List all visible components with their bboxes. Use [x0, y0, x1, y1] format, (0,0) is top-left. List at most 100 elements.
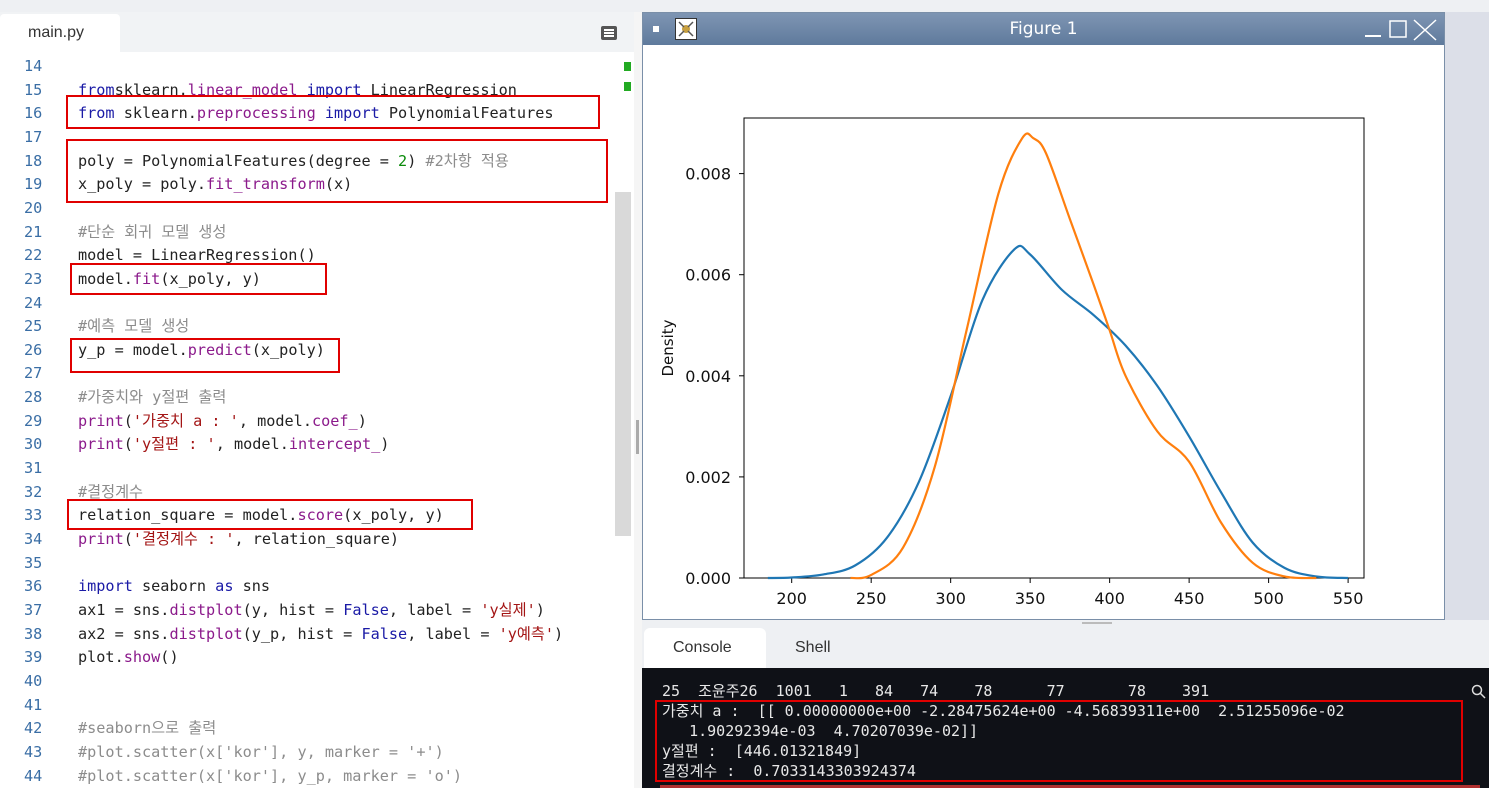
x-tick-label: 500: [1253, 589, 1284, 608]
highlight-box: [66, 139, 608, 203]
y-tick-label: 0.008: [685, 165, 731, 184]
line-number: 37: [24, 600, 43, 619]
line-number: 31: [24, 459, 43, 478]
x-tick-label: 300: [935, 589, 966, 608]
line-number: 20: [24, 198, 43, 217]
close-icon[interactable]: [1413, 19, 1437, 41]
line-number: 15: [24, 80, 43, 99]
line-number: 16: [24, 104, 43, 123]
line-number: 17: [24, 127, 43, 146]
code-text: #plot.scatter(x['kor'], y_p, marker = 'o…: [78, 766, 463, 785]
tab-main-py[interactable]: main.py: [0, 14, 120, 52]
code-text: #단순 회귀 모델 생성: [78, 222, 227, 241]
code-line[interactable]: 39 plot.show(): [0, 646, 634, 669]
line-number: 33: [24, 506, 43, 525]
code-text: #가중치와 y절편 출력: [78, 388, 227, 407]
splitter-grip[interactable]: [636, 420, 639, 454]
code-line[interactable]: 25 #예측 모델 생성: [0, 315, 634, 338]
console-line: 25 조윤주26 1001 1 84 74 78 77 78 391: [662, 682, 1210, 700]
line-number: 35: [24, 553, 43, 572]
code-text: plot.show(): [78, 648, 179, 667]
line-number: 29: [24, 411, 43, 430]
y-tick-label: 0.006: [685, 266, 731, 285]
line-number: 23: [24, 269, 43, 288]
code-text: #plot.scatter(x['kor'], y, marker = '+'): [78, 742, 444, 761]
code-text: print('y절편 : ', model.intercept_): [78, 435, 390, 454]
code-line[interactable]: 21 #단순 회귀 모델 생성: [0, 221, 634, 244]
search-icon[interactable]: [1471, 684, 1487, 700]
line-number: 30: [24, 435, 43, 454]
line-number: 42: [24, 719, 43, 738]
maximize-icon[interactable]: [1388, 19, 1408, 39]
editor-scrollbar[interactable]: [615, 192, 631, 536]
density-chart: 200 250 300 350 400 450 500 550 0.000 0.002 0.004 0…: [659, 117, 1365, 608]
code-line[interactable]: 38 ax2 = sns.distplot(y_p, hist = False, …: [0, 623, 634, 646]
density-series-line: [767, 244, 1349, 580]
code-text: ax1 = sns.distplot(y, hist = False, labe…: [78, 600, 545, 619]
line-number: 18: [24, 151, 43, 170]
x-tick-label: 250: [856, 589, 887, 608]
code-line[interactable]: 29 print('가중치 a : ', model.coef_): [0, 410, 634, 433]
line-number: 39: [24, 648, 43, 667]
line-number: 43: [24, 742, 43, 761]
code-line[interactable]: 28 #가중치와 y절편 출력: [0, 386, 634, 409]
tab-console-label: Console: [673, 639, 732, 656]
line-number: 24: [24, 293, 43, 312]
x-tick-label: 400: [1094, 589, 1125, 608]
y-axis-label: Density: [659, 319, 677, 376]
code-line[interactable]: 14: [0, 55, 634, 78]
gutter-marker: [624, 62, 631, 71]
highlight-box: [655, 700, 1463, 782]
y-tick-label: 0.004: [685, 367, 731, 386]
x-tick-label: 550: [1333, 589, 1364, 608]
code-text: ax2 = sns.distplot(y_p, hist = False, la…: [78, 624, 564, 643]
code-line[interactable]: 30 print('y절편 : ', model.intercept_): [0, 433, 634, 456]
line-number: 27: [24, 364, 43, 383]
editor-tab-bar: main.py: [0, 12, 634, 52]
editor-menu-icon[interactable]: [601, 26, 617, 40]
tab-shell[interactable]: Shell: [768, 628, 868, 668]
code-line[interactable]: 42 #seaborn으로 출력: [0, 717, 634, 740]
y-tick-label: 0.002: [685, 468, 731, 487]
y-tick-label: 0.000: [685, 569, 731, 588]
code-line[interactable]: 40: [0, 670, 634, 693]
line-number: 44: [24, 766, 43, 785]
minimize-icon[interactable]: [1363, 19, 1383, 39]
console-resize-handle[interactable]: [1082, 622, 1112, 624]
figure-window: Figure 1 200 250 300 350 400 450 500 550 0.000 0.…: [642, 12, 1445, 620]
code-text: #예측 모델 생성: [78, 317, 190, 336]
line-number: 19: [24, 175, 43, 194]
density-series-line: [850, 132, 1317, 580]
code-line[interactable]: 41: [0, 694, 634, 717]
highlight-box: [70, 263, 327, 295]
line-number: 34: [24, 530, 43, 548]
x-tick-label: 450: [1174, 589, 1205, 608]
code-line[interactable]: 34 print('결정계수 : ', relation_square): [0, 528, 634, 551]
gutter-marker: [624, 82, 631, 91]
tab-label: main.py: [28, 24, 85, 41]
figure-titlebar[interactable]: Figure 1: [643, 13, 1444, 45]
line-number: 38: [24, 624, 43, 643]
line-number: 28: [24, 388, 43, 407]
code-text: print('가중치 a : ', model.coef_): [78, 411, 367, 430]
line-number: 25: [24, 317, 43, 336]
code-line[interactable]: 36 import seaborn as sns: [0, 575, 634, 598]
line-number: 32: [24, 482, 43, 501]
line-number: 22: [24, 246, 43, 265]
line-number: 14: [24, 57, 43, 75]
pane-divider[interactable]: [634, 12, 642, 788]
code-line[interactable]: 35: [0, 552, 634, 575]
code-text: #seaborn으로 출력: [78, 719, 217, 738]
plot-area-frame: [743, 117, 1365, 579]
code-line[interactable]: 37 ax1 = sns.distplot(y, hist = False, la…: [0, 599, 634, 622]
line-number: 26: [24, 340, 43, 359]
code-line[interactable]: 44 #plot.scatter(x['kor'], y_p, marker = …: [0, 765, 634, 788]
line-number: 41: [24, 695, 43, 714]
tab-console[interactable]: Console: [644, 628, 766, 668]
code-text: print('결정계수 : ', relation_square): [78, 530, 400, 548]
tab-shell-label: Shell: [795, 639, 831, 656]
highlight-box: [66, 95, 600, 129]
figure-title: Figure 1: [1009, 19, 1078, 39]
code-line[interactable]: 31: [0, 457, 634, 480]
code-line[interactable]: 43 #plot.scatter(x['kor'], y, marker = '+…: [0, 741, 634, 764]
